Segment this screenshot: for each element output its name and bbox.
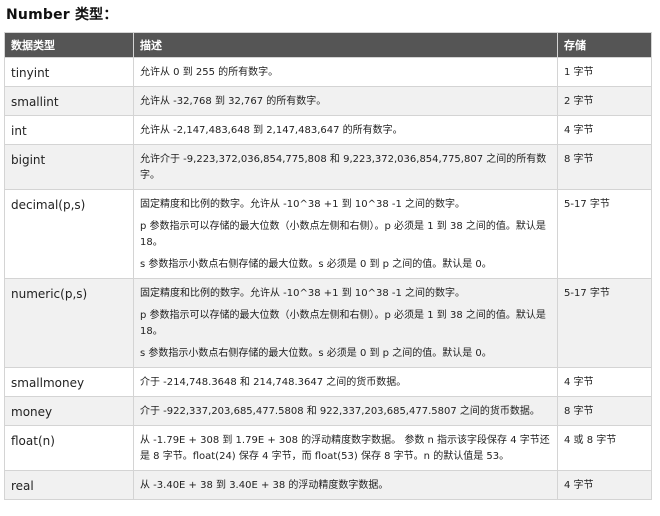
cell-storage: 4 字节: [557, 115, 652, 145]
description-paragraph: s 参数指示小数点右侧存储的最大位数。s 必须是 0 到 p 之间的值。默认是 …: [140, 348, 492, 359]
description-paragraph: 允许从 -32,768 到 32,767 的所有数字。: [140, 96, 327, 107]
table-row: smallint 允许从 -32,768 到 32,767 的所有数字。 2 字节: [4, 86, 652, 116]
table-row: money 介于 -922,337,203,685,477.5808 和 922,…: [4, 396, 652, 426]
description-paragraph: 固定精度和比例的数字。允许从 -10^38 +1 到 10^38 -1 之间的数…: [140, 288, 466, 299]
table-row: smallmoney 介于 -214,748.3648 和 214,748.364…: [4, 367, 652, 397]
cell-data-type: tinyint: [4, 57, 134, 87]
cell-description: 从 -1.79E + 308 到 1.79E + 308 的浮动精度数字数据。 …: [133, 425, 558, 471]
table-header-row: 数据类型 描述 存储: [4, 32, 652, 58]
table-row: real 从 -3.40E + 38 到 3.40E + 38 的浮动精度数字数据…: [4, 470, 652, 500]
cell-storage: 8 字节: [557, 144, 652, 190]
description-paragraph: 允许从 0 到 255 的所有数字。: [140, 67, 279, 78]
cell-description: 允许从 0 到 255 的所有数字。: [133, 57, 558, 87]
cell-description: 允许从 -32,768 到 32,767 的所有数字。: [133, 86, 558, 116]
cell-storage: 4 或 8 字节: [557, 425, 652, 471]
cell-description: 介于 -214,748.3648 和 214,748.3647 之间的货币数据。: [133, 367, 558, 397]
cell-description: 固定精度和比例的数字。允许从 -10^38 +1 到 10^38 -1 之间的数…: [133, 278, 558, 368]
description-paragraph: 介于 -922,337,203,685,477.5808 和 922,337,2…: [140, 406, 540, 417]
description-paragraph: 从 -1.79E + 308 到 1.79E + 308 的浮动精度数字数据。 …: [140, 435, 550, 462]
number-types-table: 数据类型 描述 存储 tinyint 允许从 0 到 255 的所有数字。 1 字节…: [4, 32, 652, 500]
cell-storage: 4 字节: [557, 470, 652, 500]
table-row: tinyint 允许从 0 到 255 的所有数字。 1 字节: [4, 57, 652, 87]
cell-description: 允许从 -2,147,483,648 到 2,147,483,647 的所有数字…: [133, 115, 558, 145]
cell-storage: 1 字节: [557, 57, 652, 87]
column-header-storage: 存储: [557, 32, 652, 58]
column-header-description: 描述: [133, 32, 558, 58]
cell-data-type: money: [4, 396, 134, 426]
table-row: decimal(p,s) 固定精度和比例的数字。允许从 -10^38 +1 到 1…: [4, 189, 652, 279]
table-row: int 允许从 -2,147,483,648 到 2,147,483,647 的所…: [4, 115, 652, 145]
table-row: numeric(p,s) 固定精度和比例的数字。允许从 -10^38 +1 到 1…: [4, 278, 652, 368]
cell-storage: 2 字节: [557, 86, 652, 116]
cell-data-type: smallint: [4, 86, 134, 116]
table-row: float(n) 从 -1.79E + 308 到 1.79E + 308 的浮动…: [4, 425, 652, 471]
cell-data-type: decimal(p,s): [4, 189, 134, 279]
cell-data-type: int: [4, 115, 134, 145]
cell-storage: 5-17 字节: [557, 278, 652, 368]
description-paragraph: 固定精度和比例的数字。允许从 -10^38 +1 到 10^38 -1 之间的数…: [140, 199, 466, 210]
description-paragraph: 从 -3.40E + 38 到 3.40E + 38 的浮动精度数字数据。: [140, 480, 389, 491]
cell-storage: 5-17 字节: [557, 189, 652, 279]
description-paragraph: 介于 -214,748.3648 和 214,748.3647 之间的货币数据。: [140, 377, 407, 388]
cell-data-type: numeric(p,s): [4, 278, 134, 368]
cell-data-type: bigint: [4, 144, 134, 190]
cell-storage: 4 字节: [557, 367, 652, 397]
column-header-type: 数据类型: [4, 32, 134, 58]
cell-data-type: real: [4, 470, 134, 500]
cell-description: 从 -3.40E + 38 到 3.40E + 38 的浮动精度数字数据。: [133, 470, 558, 500]
cell-description: 介于 -922,337,203,685,477.5808 和 922,337,2…: [133, 396, 558, 426]
description-paragraph: 允许从 -2,147,483,648 到 2,147,483,647 的所有数字…: [140, 125, 403, 136]
cell-description: 固定精度和比例的数字。允许从 -10^38 +1 到 10^38 -1 之间的数…: [133, 189, 558, 279]
section-heading: Number 类型：: [6, 7, 118, 23]
description-paragraph: p 参数指示可以存储的最大位数（小数点左侧和右侧）。p 必须是 1 到 38 之…: [140, 221, 546, 248]
description-paragraph: p 参数指示可以存储的最大位数（小数点左侧和右侧）。p 必须是 1 到 38 之…: [140, 310, 546, 337]
table-row: bigint 允许介于 -9,223,372,036,854,775,808 和 …: [4, 144, 652, 190]
description-paragraph: s 参数指示小数点右侧存储的最大位数。s 必须是 0 到 p 之间的值。默认是 …: [140, 259, 492, 270]
cell-data-type: smallmoney: [4, 367, 134, 397]
cell-description: 允许介于 -9,223,372,036,854,775,808 和 9,223,…: [133, 144, 558, 190]
cell-data-type: float(n): [4, 425, 134, 471]
description-paragraph: 允许介于 -9,223,372,036,854,775,808 和 9,223,…: [140, 154, 547, 181]
cell-storage: 8 字节: [557, 396, 652, 426]
